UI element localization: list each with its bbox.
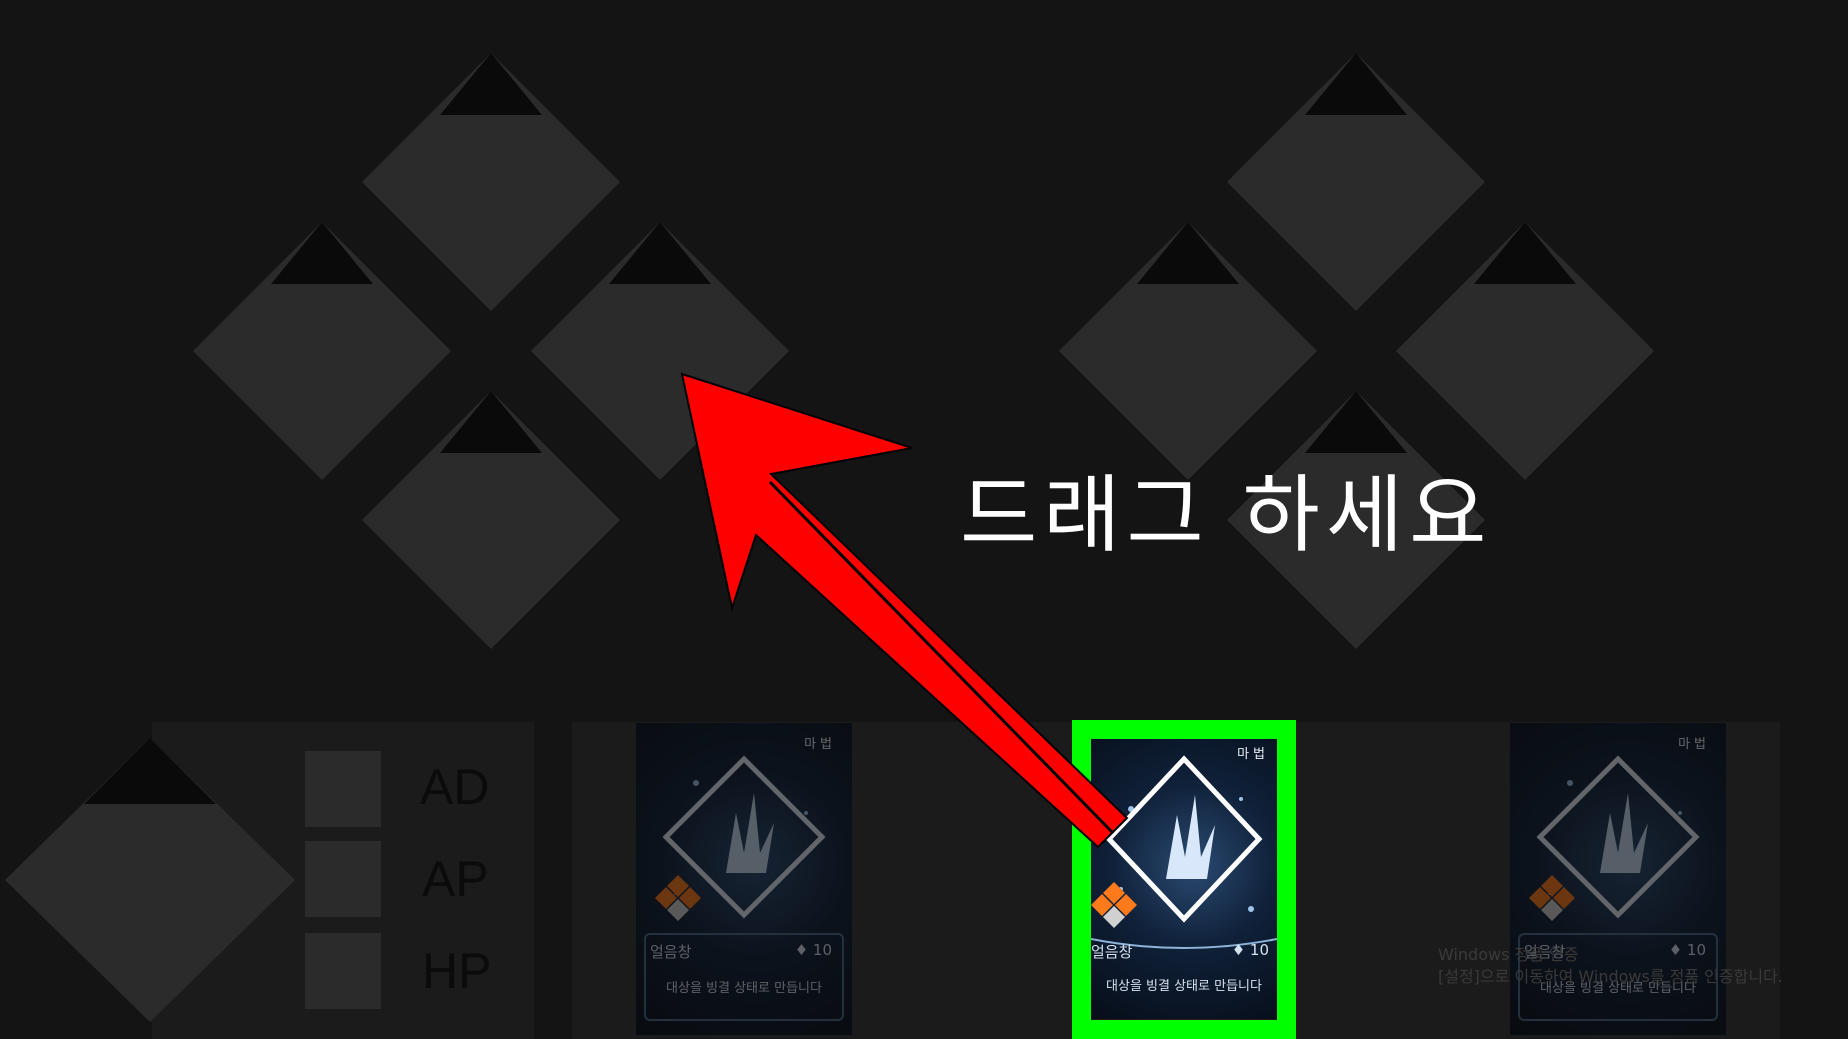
card-type: 마법 [1237, 747, 1269, 762]
card-name: 얼음창 [650, 943, 692, 961]
card-cost: ♦ 10 [1231, 941, 1269, 959]
player-character-slot [5, 738, 295, 1022]
left-slot-bottom[interactable] [362, 391, 620, 649]
element-badge-icon [1091, 882, 1137, 928]
right-slot-right[interactable] [1396, 222, 1654, 480]
left-slot-right[interactable] [531, 222, 789, 480]
left-slot-left[interactable] [193, 222, 451, 480]
ad-stat-box [305, 751, 381, 827]
element-badge-icon [1529, 875, 1575, 921]
card-type: 마법 [1678, 737, 1710, 752]
drag-instruction: 드래그 하세요 [960, 466, 1493, 564]
card-name: 얼음창 [1091, 943, 1133, 961]
ap-stat-box [305, 841, 381, 917]
card-type: 마법 [804, 737, 836, 752]
hand-card-3[interactable]: 마법 얼음창 ♦ 10 대상을 빙결 상태로 만듭니다 [1510, 723, 1726, 1035]
hp-stat-label: HP [422, 943, 492, 999]
windows-activation-watermark: Windows 정품 인증 [설정]으로 이동하여 Windows를 정품 인증… [1438, 944, 1783, 988]
game-board: AD AP HP 마법 얼음창 ♦ 10 대상을 빙결 상태로 만듭니다 마법 … [0, 0, 1848, 1039]
hand-card-2-selected[interactable]: 마법 얼음창 ♦ 10 대상을 빙결 상태로 만듭니다 [1091, 739, 1277, 1019]
right-slot-left[interactable] [1059, 222, 1317, 480]
right-slot-top[interactable] [1227, 53, 1485, 311]
element-badge-icon [655, 875, 701, 921]
hp-stat-box [305, 933, 381, 1009]
left-slot-top[interactable] [362, 53, 620, 311]
card-cost: ♦ 10 [794, 941, 832, 959]
card-description: 대상을 빙결 상태로 만듭니다 [1106, 979, 1262, 994]
diamond-icon: ♦ [1231, 941, 1250, 959]
ad-stat-label: AD [420, 759, 490, 815]
left-formation [193, 53, 1654, 649]
watermark-subtitle: [설정]으로 이동하여 Windows를 정품 인증합니다. [1438, 967, 1783, 986]
watermark-title: Windows 정품 인증 [1438, 945, 1579, 964]
diamond-icon: ♦ [794, 941, 813, 959]
hand-card-1[interactable]: 마법 얼음창 ♦ 10 대상을 빙결 상태로 만듭니다 [636, 723, 852, 1035]
card-description: 대상을 빙결 상태로 만듭니다 [666, 981, 822, 996]
ap-stat-label: AP [422, 851, 489, 907]
